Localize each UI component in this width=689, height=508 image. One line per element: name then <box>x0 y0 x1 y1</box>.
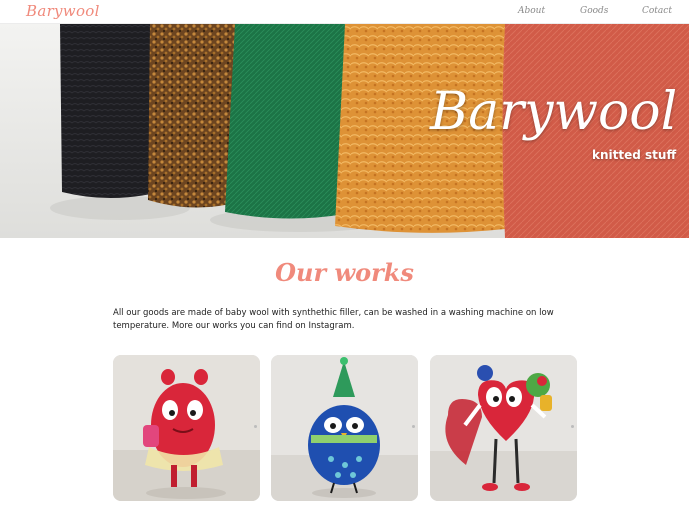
hero-title: Barywool <box>430 82 678 142</box>
nav-about-link[interactable]: About <box>518 6 545 16</box>
carousel-dot <box>412 425 415 428</box>
hero-subtitle: knitted stuff <box>592 148 677 162</box>
blue-owl-photo <box>271 355 418 501</box>
red-monster-photo <box>113 355 260 501</box>
gallery-card-monster[interactable] <box>113 355 260 501</box>
nav-goods-link[interactable]: Goods <box>580 6 608 16</box>
works-gallery <box>113 355 577 501</box>
gallery-card-heart[interactable] <box>430 355 577 501</box>
red-heart-photo <box>430 355 577 501</box>
carousel-dot <box>571 425 574 428</box>
hero-banner: Barywool knitted stuff <box>0 24 689 238</box>
top-navbar: Barywool About Goods Cotact <box>0 0 689 24</box>
gallery-card-owl[interactable] <box>271 355 418 501</box>
section-title: Our works <box>275 258 414 287</box>
nav-contact-link[interactable]: Cotact <box>642 6 672 16</box>
carousel-dot <box>254 425 257 428</box>
section-description: All our goods are made of baby wool with… <box>113 308 554 331</box>
site-logo[interactable]: Barywool <box>26 2 100 20</box>
